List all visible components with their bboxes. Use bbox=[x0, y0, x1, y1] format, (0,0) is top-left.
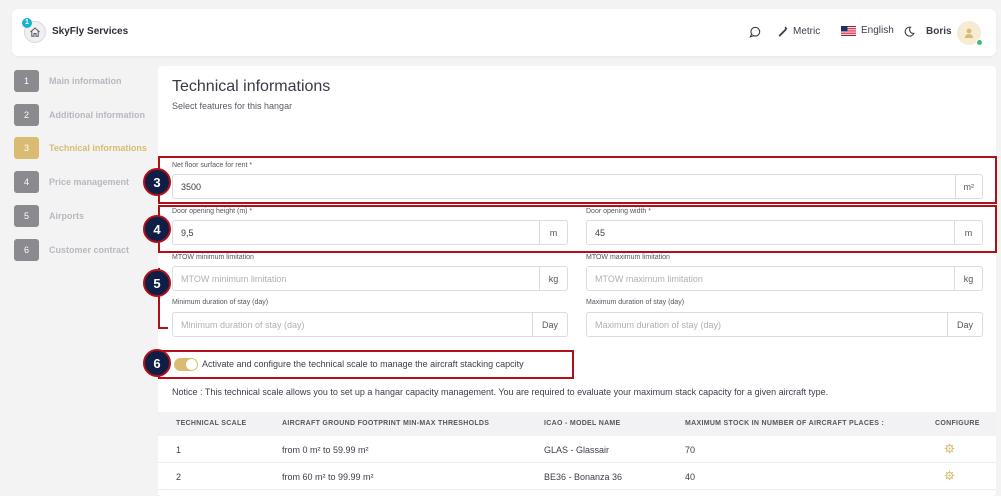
column-header: CONFIGURE bbox=[935, 420, 980, 427]
user-name[interactable]: Boris bbox=[926, 26, 952, 37]
chat-bubble-icon bbox=[749, 26, 761, 38]
unit-label: kg bbox=[954, 267, 982, 290]
stay-min-label: Minimum duration of stay (day) bbox=[172, 299, 269, 306]
step-airports[interactable]: 5 Airports bbox=[14, 205, 84, 227]
annotation-marker-4: 4 bbox=[143, 215, 171, 243]
cell-model: GLAS - Glassair bbox=[544, 445, 610, 455]
brand-name: SkyFly Services bbox=[52, 26, 129, 37]
cell-model: BE36 - Bonanza 36 bbox=[544, 472, 623, 482]
user-icon bbox=[964, 28, 974, 38]
step-additional-information[interactable]: 2 Additional information bbox=[14, 104, 145, 126]
mtow-max-input[interactable] bbox=[587, 267, 954, 290]
technical-info-card: Technical informations Select features f… bbox=[158, 66, 996, 496]
dark-mode-toggle[interactable] bbox=[904, 26, 915, 37]
column-header: MAXIMUM STOCK IN NUMBER OF AIRCRAFT PLAC… bbox=[685, 420, 885, 427]
step-customer-contract[interactable]: 6 Customer contract bbox=[14, 239, 129, 261]
step-main-information[interactable]: 1 Main information bbox=[14, 70, 122, 92]
stay-max-input[interactable] bbox=[587, 313, 947, 336]
home-icon bbox=[30, 27, 40, 37]
cell-scale: 1 bbox=[176, 445, 182, 455]
step-label: Technical informations bbox=[49, 143, 147, 153]
ruler-icon bbox=[778, 26, 788, 37]
stay-min-input[interactable] bbox=[173, 313, 532, 336]
annotation-box-3 bbox=[158, 156, 997, 204]
gear-icon[interactable] bbox=[944, 443, 955, 454]
mtow-max-field: kg bbox=[586, 266, 983, 291]
table-row: 1 from 0 m² to 59.99 m² GLAS - Glassair … bbox=[158, 436, 996, 463]
mtow-min-label: MTOW minimum limitation bbox=[172, 254, 254, 261]
notice-text: Notice : This technical scale allows you… bbox=[172, 387, 829, 397]
step-label: Additional information bbox=[49, 110, 145, 120]
cell-thresholds: from 60 m² to 99.99 m² bbox=[282, 472, 374, 482]
us-flag-icon bbox=[841, 25, 856, 36]
table-row: 2 from 60 m² to 99.99 m² BE36 - Bonanza … bbox=[158, 463, 996, 490]
home-button[interactable]: 1 bbox=[22, 18, 46, 43]
step-price-management[interactable]: 4 Price management bbox=[14, 171, 129, 193]
top-header: 1 SkyFly Services Metric English Boris bbox=[12, 9, 996, 56]
cell-max-stock: 40 bbox=[685, 472, 696, 482]
step-number: 3 bbox=[14, 137, 39, 159]
annotation-marker-6: 6 bbox=[143, 349, 171, 377]
unit-label: Day bbox=[947, 313, 982, 336]
language-label: English bbox=[861, 25, 894, 36]
unit-label: kg bbox=[539, 267, 567, 290]
step-number: 2 bbox=[14, 104, 39, 126]
step-number: 6 bbox=[14, 239, 39, 261]
step-number: 5 bbox=[14, 205, 39, 227]
mtow-min-field: kg bbox=[172, 266, 568, 291]
annotation-box-4 bbox=[158, 205, 997, 253]
step-label: Customer contract bbox=[49, 245, 130, 255]
language-selector[interactable]: English bbox=[841, 25, 894, 36]
step-technical-informations[interactable]: 3 Technical informations bbox=[14, 137, 147, 159]
step-label: Main information bbox=[49, 76, 122, 86]
unit-system-selector[interactable]: Metric bbox=[777, 26, 820, 37]
annotation-marker-3: 3 bbox=[143, 168, 171, 196]
column-header: TECHNICAL SCALE bbox=[176, 420, 247, 427]
step-label: Airports bbox=[49, 211, 85, 221]
column-header: ICAO - MODEL NAME bbox=[544, 420, 621, 427]
column-header: AIRCRAFT GROUND FOOTPRINT MIN-MAX THRESH… bbox=[282, 420, 490, 427]
stay-min-field: Day bbox=[172, 312, 568, 337]
step-number: 1 bbox=[14, 70, 39, 92]
annotation-box-6 bbox=[158, 350, 574, 379]
unit-system-label: Metric bbox=[793, 26, 821, 37]
chat-button[interactable] bbox=[749, 26, 761, 38]
step-number: 4 bbox=[14, 171, 39, 193]
cell-thresholds: from 0 m² to 59.99 m² bbox=[282, 445, 369, 455]
gear-icon[interactable] bbox=[944, 470, 955, 481]
cell-max-stock: 70 bbox=[685, 445, 696, 455]
mtow-min-input[interactable] bbox=[173, 267, 539, 290]
annotation-marker-5: 5 bbox=[143, 269, 171, 297]
mtow-max-label: MTOW maximum limitation bbox=[586, 254, 670, 261]
table-header: TECHNICAL SCALE AIRCRAFT GROUND FOOTPRIN… bbox=[158, 412, 996, 436]
notification-badge: 1 bbox=[22, 18, 32, 28]
avatar[interactable] bbox=[957, 21, 983, 46]
step-label: Price management bbox=[49, 177, 130, 187]
online-status-dot bbox=[976, 39, 983, 46]
unit-label: Day bbox=[532, 313, 567, 336]
cell-scale: 2 bbox=[176, 472, 182, 482]
page-title: Technical informations bbox=[172, 78, 331, 95]
page-subtitle: Select features for this hangar bbox=[172, 101, 293, 111]
stay-max-label: Maximum duration of stay (day) bbox=[586, 299, 685, 306]
moon-icon bbox=[904, 26, 915, 37]
stay-max-field: Day bbox=[586, 312, 983, 337]
